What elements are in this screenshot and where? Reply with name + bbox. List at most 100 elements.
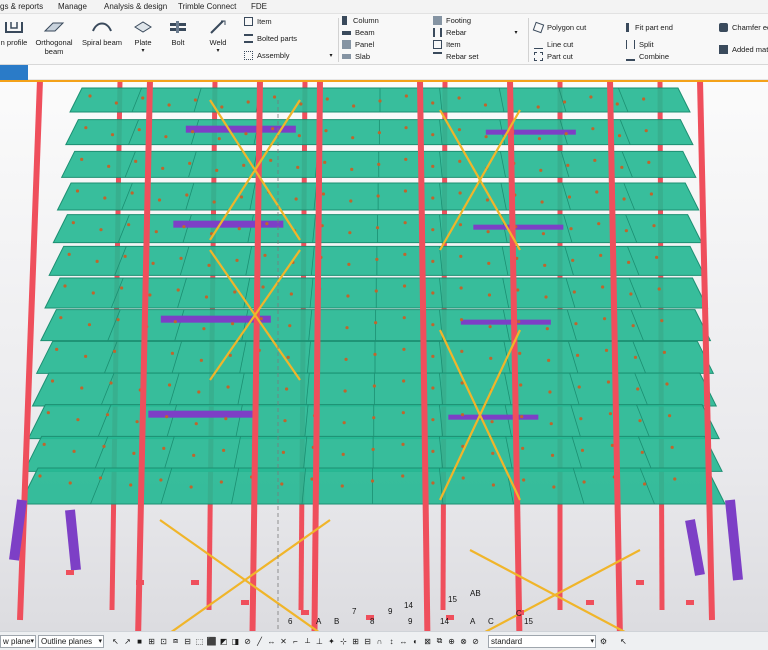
toolbar-tool-icon[interactable]: ⊘ [242,635,253,647]
weld-button[interactable]: Weld ▾ [204,18,232,56]
bracing-member [469,549,626,631]
bolt-dot [459,318,464,322]
toolbar-tool-icon[interactable]: ↖ [110,635,121,647]
toolbar-tool-icon[interactable]: ⌐ [290,635,301,647]
toolbar-tool-icon[interactable]: ⊘ [470,635,481,647]
bolt-dot [541,232,546,236]
bolt-dot [134,159,138,163]
polygon-cut-label: Polygon cut [547,23,587,32]
outline-planes-select[interactable]: Outline planes ▾ [38,635,104,648]
profile-label: n profile [0,38,28,47]
toolbar-tool-icon[interactable]: ■ [134,635,145,647]
bolt-dot [483,103,488,107]
fit-part-end-button[interactable]: Fit part end [626,23,673,32]
bolt-dot [185,193,189,197]
toolbar-tool-icon[interactable]: ◐ [410,635,421,647]
bolt-dot [323,160,327,164]
toolbar-tool-icon[interactable]: ⊟ [182,635,193,647]
toolbar-tool-icon[interactable]: ⊥ [314,635,325,647]
bolt-button[interactable]: Bolt [164,18,192,47]
polygon-cut-button[interactable]: Polygon cut [532,21,587,34]
bolt-dot [192,453,196,457]
bolt-dot [431,481,435,485]
toolbar-tool-icon[interactable]: ↔ [266,635,277,647]
toolbar-tool-icon[interactable]: ◨ [230,635,241,647]
toolbar-tool-icon[interactable]: ╱ [254,635,265,647]
footing-button[interactable]: Footing [433,16,471,25]
toolbar-tool-icon[interactable]: ⊞ [146,635,157,647]
toolbar-tool-icon[interactable]: ⊡ [158,635,169,647]
menu-analysis-design[interactable]: Analysis & design [104,2,167,11]
bolt-dot [157,198,162,202]
view-plane-select[interactable]: w plane ▾ [0,635,36,648]
bolt-dot [226,385,230,389]
bolt-dot [516,288,520,292]
beam-button[interactable]: Beam [342,28,375,37]
added-material-button[interactable]: Added mate [719,45,768,54]
spiral-beam-button[interactable]: Spiral beam [80,18,124,47]
toolbar-tool-icon[interactable]: ⊠ [422,635,433,647]
toolbar-tool-icon[interactable]: ⬚ [194,635,205,647]
toolbar-tool-icon[interactable]: ∩ [374,635,385,647]
assembly-button[interactable]: Assembly ▾ [244,51,333,60]
toolbar-tool-icon[interactable]: ⊗ [458,635,469,647]
profile-button[interactable]: n profile [0,18,28,47]
assembly-dropdown-icon[interactable]: ▾ [330,52,333,59]
selection-filter-select[interactable]: standard ▾ [488,635,596,648]
chamfer-edge-icon [719,23,728,32]
view-tab[interactable] [0,65,28,80]
toolbar-tool-icon[interactable]: ⧉ [434,635,445,647]
part-cut-button[interactable]: Part cut [534,52,573,61]
slab-button[interactable]: Slab [342,52,370,61]
bolt-dot [431,101,435,105]
line-cut-button[interactable]: Line cut [534,40,573,49]
structure-model[interactable] [0,80,768,631]
orthogonal-beam-button[interactable]: Orthogonal beam [32,18,76,56]
rebar-dropdown-icon[interactable]: ▾ [514,29,517,36]
menu-fde[interactable]: FDE [251,2,267,11]
toolbar-tool-icon[interactable]: ↗ [122,635,133,647]
toolbar-tool-icon[interactable]: ⊞ [350,635,361,647]
bolt-dot [105,413,110,417]
footing-pad [136,580,144,585]
smart-select-icon[interactable]: ↖ [618,635,629,647]
rebar-button[interactable]: Rebar ▾ [433,28,517,37]
grid-label: C [516,609,522,618]
menu-manage[interactable]: Manage [58,2,87,11]
plate-button[interactable]: Plate ▾ [128,18,158,56]
footing-pad [241,600,249,605]
toolbar-tool-icon[interactable]: ⊕ [446,635,457,647]
toolbar-tool-icon[interactable]: ↕ [386,635,397,647]
panel-label: Panel [355,40,375,49]
combine-button[interactable]: Combine [626,52,669,61]
bolt-dot [114,101,118,105]
bolted-parts-button[interactable]: Bolted parts [244,34,297,43]
toolbar-tool-icon[interactable]: ⊟ [362,635,373,647]
toolbar-tool-icon[interactable]: ✕ [278,635,289,647]
toolbar-tool-icon[interactable]: ↔ [398,635,409,647]
ribbon-separator [338,18,339,62]
plate-dropdown-icon[interactable]: ▾ [141,47,144,56]
panel-button[interactable]: Panel [342,40,374,49]
bolt-dot [375,257,379,261]
filter-settings-icon[interactable]: ⚙ [598,635,609,647]
bolt-dot [98,476,103,480]
concrete-item-button[interactable]: Item [433,40,461,49]
weld-dropdown-icon[interactable]: ▾ [216,47,219,56]
menu-trimble-connect[interactable]: Trimble Connect [178,2,236,11]
split-button[interactable]: Split [626,40,654,49]
model-viewport[interactable]: 6 A B 7 8 9 9 14 15 AB C 15 A 14 C [0,80,768,631]
item-button[interactable]: Item [244,17,272,26]
toolbar-tool-icon[interactable]: ⬛ [206,635,217,647]
rebar-set-button[interactable]: Rebar set [433,52,479,61]
bolt-dot [402,284,407,288]
bolt-dot [377,131,381,135]
toolbar-tool-icon[interactable]: ⟂ [302,635,313,647]
toolbar-tool-icon[interactable]: ⊹ [338,635,349,647]
toolbar-tool-icon[interactable]: ◩ [218,635,229,647]
menu-drawings-reports[interactable]: gs & reports [0,2,43,11]
chamfer-edge-button[interactable]: Chamfer edg [719,23,768,32]
column-button[interactable]: Column [342,16,379,25]
toolbar-tool-icon[interactable]: ✦ [326,635,337,647]
toolbar-tool-icon[interactable]: ⧈ [170,635,181,647]
